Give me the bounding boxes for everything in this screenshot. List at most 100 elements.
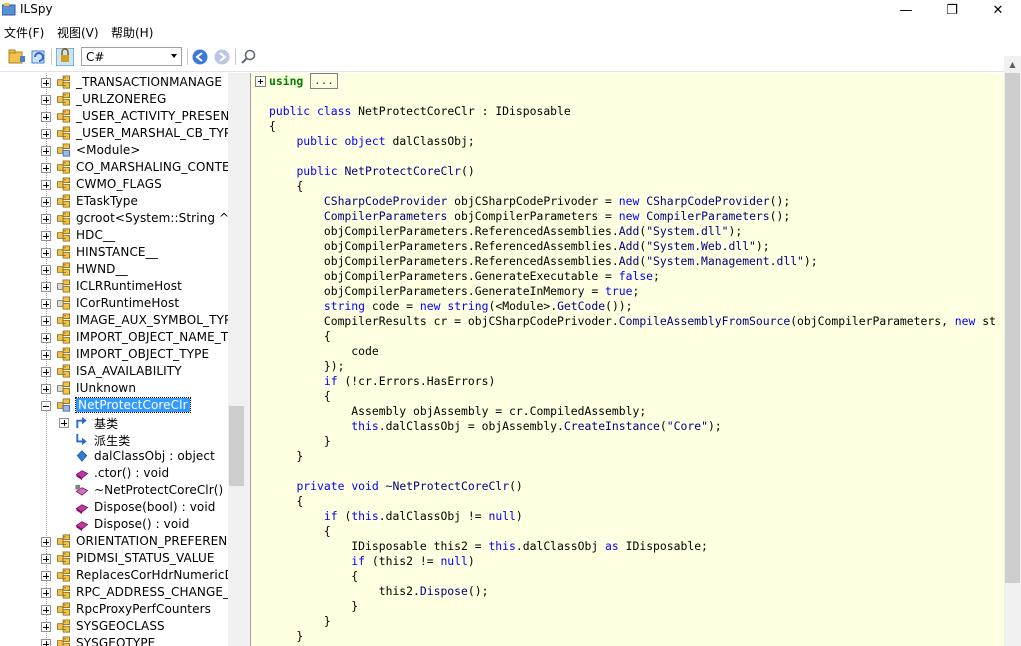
expand-icon[interactable]: [41, 95, 51, 105]
expand-icon[interactable]: [41, 571, 51, 581]
class-icon: [57, 398, 70, 412]
code-line: });: [269, 359, 345, 373]
tree-item[interactable]: .ctor() : void: [0, 465, 230, 482]
expand-icon[interactable]: [41, 622, 51, 632]
tree-item[interactable]: _USER_MARSHAL_CB_TYP: [0, 125, 230, 142]
expand-icon[interactable]: [41, 333, 51, 343]
destructor-icon: [75, 484, 89, 496]
expand-icon[interactable]: [41, 112, 51, 122]
collapse-icon[interactable]: [41, 401, 51, 411]
expand-icon[interactable]: [41, 180, 51, 190]
expand-using-icon[interactable]: [255, 76, 266, 87]
tree-item[interactable]: PIDMSI_STATUS_VALUE: [0, 550, 230, 567]
back-icon[interactable]: [191, 48, 209, 66]
expand-icon[interactable]: [41, 78, 51, 88]
expand-icon[interactable]: [41, 248, 51, 258]
tree-item[interactable]: 派生类: [0, 431, 230, 448]
search-icon[interactable]: [240, 48, 258, 66]
tree-item[interactable]: ReplacesCorHdrNumericD: [0, 567, 230, 584]
tree-item[interactable]: NetProtectCoreClr: [0, 397, 230, 414]
tree-item[interactable]: CO_MARSHALING_CONTE: [0, 159, 230, 176]
struct-icon: [57, 262, 70, 276]
tree-item-label: ~NetProtectCoreClr() :: [94, 483, 230, 497]
tree-item[interactable]: CWMO_FLAGS: [0, 176, 230, 193]
expand-icon[interactable]: [41, 605, 51, 615]
tree-item[interactable]: Dispose(bool) : void: [0, 499, 230, 516]
assembly-tree[interactable]: _TRANSACTIONMANAGE _URLZONEREG _USER_ACTIV…: [0, 73, 230, 646]
tree-item[interactable]: 基类: [0, 414, 230, 431]
tree-item[interactable]: IUnknown: [0, 380, 230, 397]
tree-item-label: HINSTANCE__: [76, 245, 158, 259]
expand-icon[interactable]: [41, 146, 51, 156]
expand-icon[interactable]: [41, 639, 51, 646]
expand-icon[interactable]: [41, 163, 51, 173]
expand-icon[interactable]: [41, 197, 51, 207]
tree-item[interactable]: ETaskType: [0, 193, 230, 210]
scroll-up-icon[interactable]: ▲: [1004, 56, 1021, 73]
expand-icon[interactable]: [41, 282, 51, 292]
expand-icon[interactable]: [41, 299, 51, 309]
tree-item[interactable]: <Module>: [0, 142, 230, 159]
using-collapsed-block[interactable]: ...: [310, 73, 338, 89]
tree-item[interactable]: ICorRuntimeHost: [0, 295, 230, 312]
menu-view[interactable]: 视图(V): [57, 24, 99, 41]
expand-icon[interactable]: [41, 214, 51, 224]
tree-item[interactable]: _URLZONEREG: [0, 91, 230, 108]
editor-scrollbar-thumb[interactable]: [1005, 73, 1020, 583]
expand-icon[interactable]: [41, 367, 51, 377]
tree-item[interactable]: IMAGE_AUX_SYMBOL_TYP: [0, 312, 230, 329]
expand-icon[interactable]: [41, 265, 51, 275]
tree-scrollbar[interactable]: [228, 73, 245, 646]
tree-item[interactable]: ICLRRuntimeHost: [0, 278, 230, 295]
tree-scrollbar-thumb[interactable]: [229, 406, 244, 486]
reload-icon[interactable]: [30, 48, 48, 66]
tree-item[interactable]: SYSGEOCLASS: [0, 618, 230, 635]
tree-item[interactable]: ISA_AVAILABILITY: [0, 363, 230, 380]
menu-help[interactable]: 帮助(H): [111, 24, 153, 41]
tree-item[interactable]: IMPORT_OBJECT_NAME_T: [0, 329, 230, 346]
tree-item-label: dalClassObj : object: [94, 449, 215, 463]
expand-icon[interactable]: [41, 129, 51, 139]
expand-icon[interactable]: [41, 350, 51, 360]
tree-item[interactable]: _USER_ACTIVITY_PRESENC: [0, 108, 230, 125]
editor-scrollbar[interactable]: ▲: [1004, 56, 1021, 646]
expand-icon[interactable]: [41, 384, 51, 394]
maximize-button[interactable]: ❐: [929, 0, 975, 20]
tree-item[interactable]: RpcProxyPerfCounters: [0, 601, 230, 618]
code-editor[interactable]: using ... public class NetProtectCoreClr…: [250, 73, 1005, 646]
tree-item[interactable]: HWND__: [0, 261, 230, 278]
tree-item[interactable]: ORIENTATION_PREFEREN: [0, 533, 230, 550]
struct-icon: [57, 75, 70, 89]
forward-icon[interactable]: [213, 48, 231, 66]
expand-icon[interactable]: [41, 316, 51, 326]
tree-item[interactable]: ~NetProtectCoreClr() :: [0, 482, 230, 499]
language-select[interactable]: C#: [81, 47, 182, 66]
minimize-button[interactable]: —: [883, 0, 929, 20]
expand-icon[interactable]: [41, 231, 51, 241]
struct-icon: [57, 126, 70, 140]
tree-item[interactable]: HINSTANCE__: [0, 244, 230, 261]
tree-item[interactable]: HDC__: [0, 227, 230, 244]
tree-item-label: SYSGEOTYPE: [76, 636, 156, 646]
menu-file[interactable]: 文件(F): [4, 24, 44, 41]
expand-icon[interactable]: [41, 554, 51, 564]
show-internal-icon[interactable]: [56, 48, 74, 66]
tree-item[interactable]: gcroot<System::String ^>: [0, 210, 230, 227]
language-value: C#: [86, 50, 105, 64]
code-line: if (this2 != null): [351, 554, 475, 568]
tree-item[interactable]: IMPORT_OBJECT_TYPE: [0, 346, 230, 363]
tree-item[interactable]: Dispose() : void: [0, 516, 230, 533]
tree-item[interactable]: dalClassObj : object: [0, 448, 230, 465]
expand-icon[interactable]: [41, 537, 51, 547]
tree-item[interactable]: RPC_ADDRESS_CHANGE_T: [0, 584, 230, 601]
expand-icon[interactable]: [59, 418, 69, 428]
tree-item[interactable]: _TRANSACTIONMANAGE: [0, 74, 230, 91]
struct-icon: [57, 313, 70, 327]
open-icon[interactable]: [8, 48, 26, 66]
struct-icon: [57, 330, 70, 344]
tree-item[interactable]: SYSGEOTYPE: [0, 635, 230, 646]
expand-icon[interactable]: [41, 588, 51, 598]
close-button[interactable]: ✕: [975, 0, 1021, 20]
tree-item-label: IUnknown: [76, 381, 137, 395]
struct-icon: [57, 347, 70, 361]
